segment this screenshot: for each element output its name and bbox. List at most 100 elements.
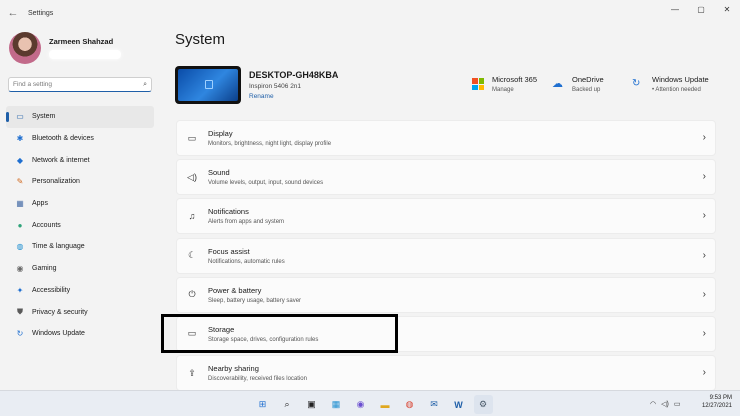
speaker-icon: ◁) xyxy=(187,171,197,182)
start-button[interactable]: ⊞ xyxy=(253,395,272,414)
tile-status: • Attention needed xyxy=(652,87,701,93)
maximize-icon: ▢ xyxy=(697,4,705,14)
tile-name: OneDrive xyxy=(572,75,604,84)
sidebar-item-label: Time & language xyxy=(32,243,85,251)
power-icon: ⏻ xyxy=(188,289,196,300)
page-title: System xyxy=(175,31,226,48)
chevron-right-icon: › xyxy=(702,210,706,222)
device-model: Inspiron 5406 2n1 xyxy=(249,83,302,90)
widgets-icon: ▦ xyxy=(331,399,341,409)
notifications-card[interactable]: ♫ Notifications Alerts from apps and sys… xyxy=(176,198,716,235)
moon-icon: ☾ xyxy=(187,250,197,261)
sidebar-item-network[interactable]: ◆ Network & internet xyxy=(6,149,154,171)
sidebar-item-label: Accessibility xyxy=(32,286,71,294)
file-explorer-button[interactable]: ▬ xyxy=(376,395,395,414)
microsoft-365-tile[interactable]: Microsoft 365 Manage xyxy=(472,75,537,93)
card-title: Display xyxy=(208,129,233,138)
minimize-button[interactable]: — xyxy=(662,0,688,18)
sidebar-item-accessibility[interactable]: ✦ Accessibility xyxy=(6,280,154,302)
sound-card[interactable]: ◁) Sound Volume levels, output, input, s… xyxy=(176,159,716,196)
update-icon: ↻ xyxy=(16,329,24,339)
taskbar: ⊞ ⌕ ▣ ▦ ◉ ▬ ◍ ✉ W ⚙ ◠ ◁) ▭ 9:53 PM 12/27… xyxy=(0,390,740,416)
share-icon: ⇪ xyxy=(188,367,196,378)
chevron-right-icon: › xyxy=(702,288,706,300)
clock-date: 12/27/2021 xyxy=(701,403,732,409)
search-box[interactable]: Find a setting ⌕ xyxy=(8,77,152,92)
shield-icon: ⛊ xyxy=(17,307,23,317)
system-icon: ▭ xyxy=(16,112,24,122)
card-subtitle: Notifications, automatic rules xyxy=(208,258,285,265)
bluetooth-icon: ✱ xyxy=(16,134,24,144)
word-button[interactable]: W xyxy=(449,395,468,414)
accessibility-icon: ✦ xyxy=(16,285,24,295)
close-button[interactable]: ✕ xyxy=(714,0,740,18)
clock-time: 9:53 PM xyxy=(709,395,732,401)
settings-taskbar-button[interactable]: ⚙ xyxy=(473,395,493,414)
sidebar-item-label: Network & internet xyxy=(32,156,90,164)
device-name: DESKTOP-GH48KBA xyxy=(249,70,339,80)
profile-name: Zarmeen Shahzad xyxy=(49,37,114,46)
power-battery-card[interactable]: ⏻ Power & battery Sleep, battery usage, … xyxy=(176,276,716,313)
sidebar-item-system[interactable]: ▭ System xyxy=(6,106,154,128)
outlook-icon: ✉ xyxy=(430,399,438,409)
task-view-button[interactable]: ▣ xyxy=(302,395,321,414)
card-subtitle: Alerts from apps and system xyxy=(208,219,285,226)
sidebar-item-privacy[interactable]: ⛊ Privacy & security xyxy=(6,301,154,323)
focus-assist-card[interactable]: ☾ Focus assist Notifications, automatic … xyxy=(176,237,716,274)
card-subtitle: Volume levels, output, input, sound devi… xyxy=(208,180,324,187)
search-icon: ⌕ xyxy=(284,399,290,409)
sidebar-item-windows-update[interactable]: ↻ Windows Update xyxy=(6,323,154,345)
sidebar-item-label: Privacy & security xyxy=(32,308,88,316)
card-title: Focus assist xyxy=(208,246,250,256)
window-controls: — ▢ ✕ xyxy=(662,0,740,18)
rename-link[interactable]: Rename xyxy=(249,93,338,100)
close-icon: ✕ xyxy=(723,4,731,14)
clock[interactable]: 9:53 PM 12/27/2021 xyxy=(702,395,732,409)
chevron-right-icon: › xyxy=(702,367,706,379)
search-icon: ⌕ xyxy=(143,80,147,88)
windows-wallpaper-image xyxy=(178,69,238,101)
chrome-button[interactable]: ◍ xyxy=(400,395,419,414)
chevron-right-icon: › xyxy=(702,171,706,183)
sidebar-item-label: Gaming xyxy=(32,265,57,273)
tile-name: Windows Update xyxy=(652,75,709,84)
gear-icon: ⚙ xyxy=(478,399,488,409)
chat-button[interactable]: ◉ xyxy=(351,395,370,414)
cloud-icon: ☁ xyxy=(552,78,563,90)
sidebar-item-label: Apps xyxy=(32,200,48,208)
brush-icon: ✎ xyxy=(16,177,24,187)
sidebar-item-apps[interactable]: ▦ Apps xyxy=(6,193,154,215)
network-icon: ◆ xyxy=(16,155,24,165)
sidebar-item-accounts[interactable]: ● Accounts xyxy=(6,214,154,236)
tile-status: Manage xyxy=(492,87,514,93)
tile-name: Microsoft 365 xyxy=(492,75,538,84)
settings-list: ▭ Display Monitors, brightness, night li… xyxy=(176,120,716,394)
taskbar-search-button[interactable]: ⌕ xyxy=(278,395,297,414)
sidebar-item-gaming[interactable]: ◉ Gaming xyxy=(6,258,154,280)
display-card[interactable]: ▭ Display Monitors, brightness, night li… xyxy=(176,120,716,156)
user-profile[interactable]: Zarmeen Shahzad xyxy=(9,32,121,64)
outlook-button[interactable]: ✉ xyxy=(425,395,444,414)
folder-icon: ▬ xyxy=(380,399,390,410)
system-tray[interactable]: ◠ ◁) ▭ xyxy=(650,400,685,408)
windows-update-tile[interactable]: ↻ Windows Update • Attention needed xyxy=(632,75,709,93)
maximize-button[interactable]: ▢ xyxy=(688,0,714,18)
person-icon: ● xyxy=(17,220,23,230)
monitor-icon: ▭ xyxy=(187,132,197,143)
chat-icon: ◉ xyxy=(356,399,365,409)
onedrive-tile[interactable]: ☁ OneDrive Backed up xyxy=(552,75,604,93)
sidebar-item-time-language[interactable]: ◍ Time & language xyxy=(6,236,154,258)
title-bar: ← Settings — ▢ ✕ xyxy=(0,0,740,26)
back-button[interactable]: ← xyxy=(0,0,26,26)
device-info: DESKTOP-GH48KBA Inspiron 5406 2n1 Rename xyxy=(249,70,338,100)
update-icon: ↻ xyxy=(632,78,641,89)
search-input[interactable]: Find a setting xyxy=(13,81,143,88)
microsoft-logo-icon xyxy=(472,78,484,90)
sidebar-item-label: Accounts xyxy=(32,221,61,229)
widgets-button[interactable]: ▦ xyxy=(327,395,346,414)
redacted-email xyxy=(49,50,121,59)
sidebar-item-personalization[interactable]: ✎ Personalization xyxy=(6,171,154,193)
sidebar-item-label: Bluetooth & devices xyxy=(32,135,94,143)
nearby-sharing-card[interactable]: ⇪ Nearby sharing Discoverability, receiv… xyxy=(176,355,716,392)
sidebar-item-bluetooth[interactable]: ✱ Bluetooth & devices xyxy=(6,128,154,150)
